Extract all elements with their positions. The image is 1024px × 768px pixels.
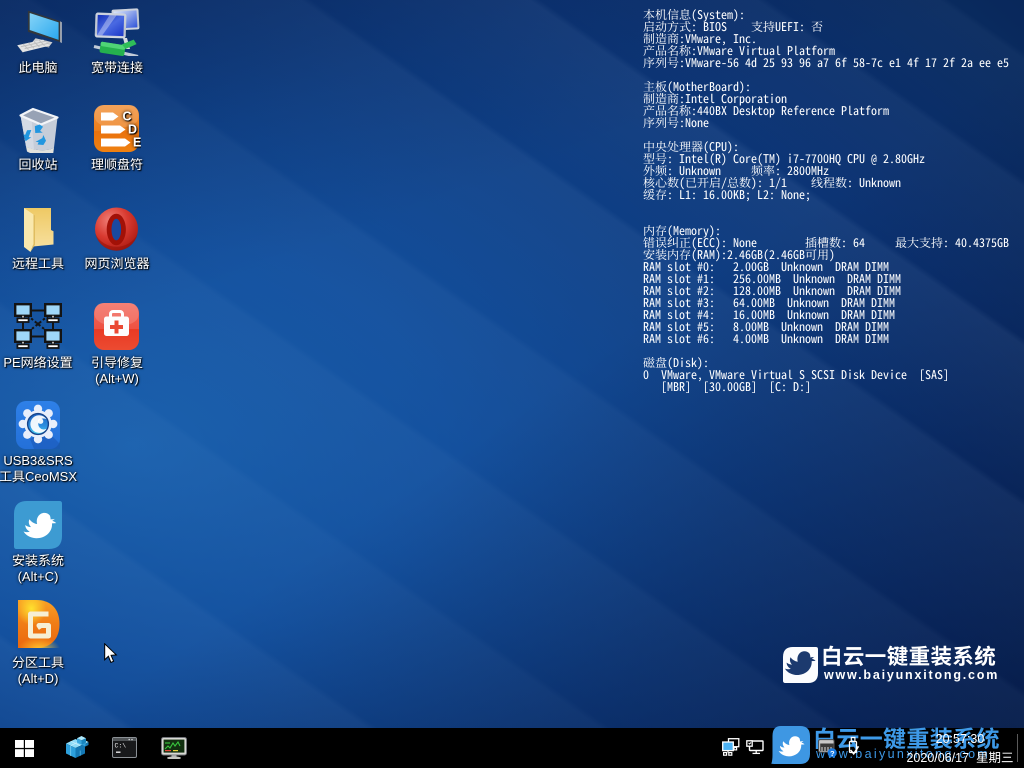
svg-text:C: C — [123, 110, 132, 124]
svg-text:C:\: C:\ — [115, 743, 127, 750]
svg-text:D: D — [128, 123, 137, 137]
svg-text:E: E — [133, 136, 141, 150]
svg-text:?: ? — [830, 749, 835, 758]
